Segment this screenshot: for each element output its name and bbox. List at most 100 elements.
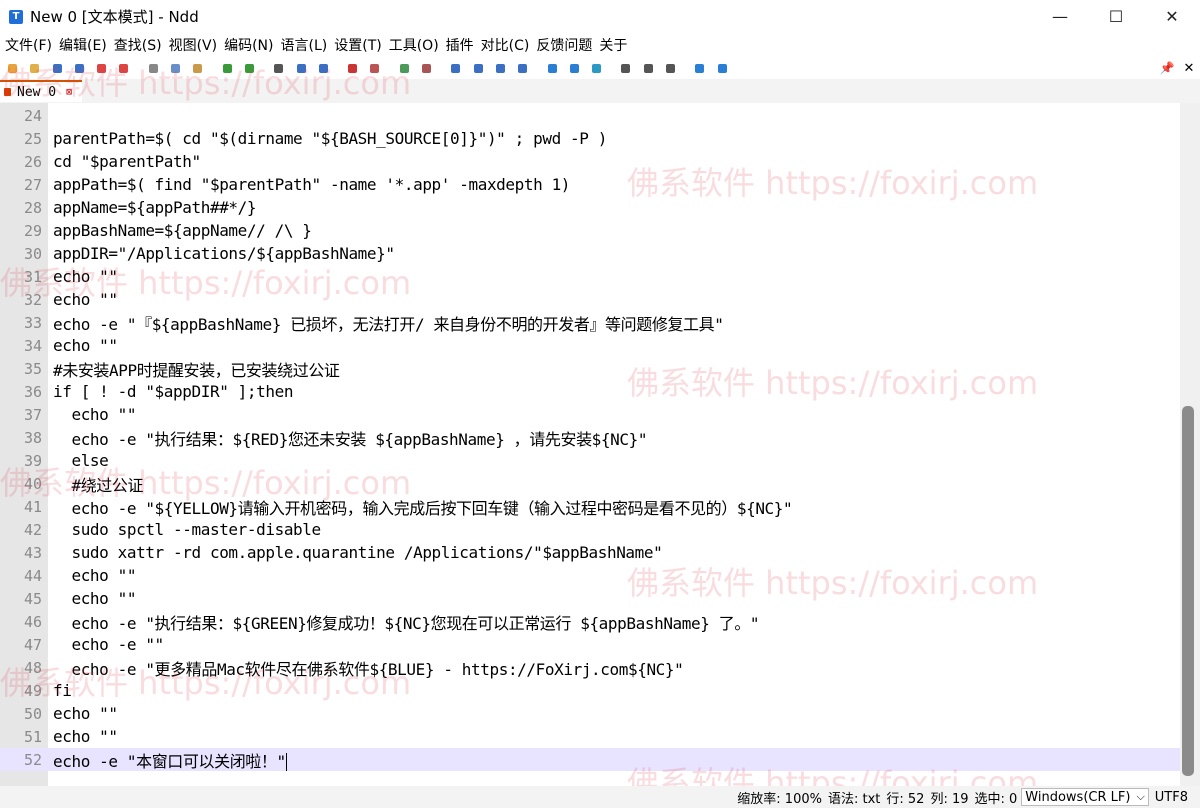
code-line[interactable]: 27 appPath=$( find "$parentPath" -name '*… (0, 173, 1180, 196)
menu-compare[interactable]: 对比(C) (479, 35, 535, 55)
code-line[interactable]: 51 echo "" (0, 725, 1180, 748)
menu-search[interactable]: 查找(S) (112, 35, 167, 55)
zoom-out-icon[interactable] (419, 61, 434, 76)
record-icon[interactable] (515, 61, 530, 76)
line-text: echo -e "『${appBashName} 已损坏，无法打开/ 来自身份不… (53, 314, 724, 334)
code-line[interactable]: 38 echo -e "执行结果：${RED}您还未安装 ${appBashNa… (0, 426, 1180, 449)
line-number: 43 (23, 543, 42, 562)
code-line[interactable]: 26 cd "$parentPath" (0, 150, 1180, 173)
code-line[interactable]: 40 #绕过公证 (0, 472, 1180, 495)
link-icon[interactable] (589, 61, 604, 76)
maximize-button[interactable]: ☐ (1088, 0, 1144, 33)
code-line[interactable]: 48 echo -e "更多精品Mac软件尽在佛系软件${BLUE} - htt… (0, 656, 1180, 679)
compare-icon[interactable] (692, 61, 707, 76)
menu-language[interactable]: 语言(L) (279, 35, 333, 55)
code-line[interactable]: 41 echo -e "${YELLOW}请输入开机密码，输入完成后按下回车键（… (0, 495, 1180, 518)
menu-about[interactable]: 关于 (597, 35, 632, 55)
toolbar-right: 📌 ✕ (1156, 57, 1200, 79)
code-line[interactable]: 39 else (0, 449, 1180, 472)
code-line[interactable]: 31 echo "" (0, 265, 1180, 288)
code-line[interactable]: 33 echo -e "『${appBashName} 已损坏，无法打开/ 来自身… (0, 311, 1180, 334)
code-line[interactable]: 37 echo "" (0, 403, 1180, 426)
code-line[interactable]: 29 appBashName=${appName// /\ } (0, 219, 1180, 242)
pin-icon[interactable]: 📌 (1156, 61, 1178, 75)
save-icon[interactable] (50, 61, 65, 76)
code-line[interactable]: 47 echo -e "" (0, 633, 1180, 656)
close-all-icon[interactable] (116, 61, 131, 76)
replace-icon[interactable] (294, 61, 309, 76)
line-number: 30 (23, 244, 42, 263)
code-line[interactable]: 36 if [ ! -d "$appDIR" ];then (0, 380, 1180, 403)
code-line[interactable]: 35 #未安装APP时提醒安装，已安装绕过公证 (0, 357, 1180, 380)
column-icon[interactable] (618, 61, 633, 76)
close-button[interactable]: ✕ (1144, 0, 1200, 33)
menu-encoding[interactable]: 编码(N) (222, 35, 278, 55)
status-line: 行: 52 (886, 791, 925, 807)
code-line[interactable]: 24 (0, 104, 1180, 127)
undo-icon[interactable] (220, 61, 235, 76)
bracket-icon[interactable] (715, 61, 730, 76)
code-line[interactable]: 30 appDIR="/Applications/${appBashName}" (0, 242, 1180, 265)
toolbar: 📌 ✕ (0, 57, 1200, 79)
minimize-button[interactable]: — (1032, 0, 1088, 33)
code-line[interactable]: 46 echo -e "执行结果：${GREEN}修复成功！${NC}您现在可以… (0, 610, 1180, 633)
code-line[interactable]: 25 parentPath=$( cd "$(dirname "${BASH_SO… (0, 127, 1180, 150)
line-number: 52 (23, 750, 42, 769)
code-line[interactable]: 52 echo -e "本窗口可以关闭啦！" (0, 748, 1180, 771)
code-line[interactable]: 32 echo "" (0, 288, 1180, 311)
line-number: 32 (23, 290, 42, 309)
line-text: echo -e "执行结果：${RED}您还未安装 ${appBashName}… (53, 429, 648, 449)
menu-tools[interactable]: 工具(O) (387, 35, 444, 55)
code-line[interactable]: 28 appName=${appPath##*/} (0, 196, 1180, 219)
copy-icon[interactable] (168, 61, 183, 76)
indent-guide-icon[interactable] (493, 61, 508, 76)
new-file-icon[interactable] (5, 61, 20, 76)
tab-close-icon[interactable]: ⊠ (66, 87, 72, 98)
clear-mark-icon[interactable] (367, 61, 382, 76)
monitor-icon[interactable] (663, 61, 678, 76)
wrap-icon[interactable] (448, 61, 463, 76)
paste-icon[interactable] (190, 61, 205, 76)
unsaved-file-icon (4, 88, 11, 96)
find-icon[interactable] (271, 61, 286, 76)
scrollbar-thumb[interactable] (1182, 406, 1194, 776)
close-file-icon[interactable] (94, 61, 109, 76)
editor-area[interactable]: 24 25 parentPath=$( cd "$(dirname "${BASH_… (0, 103, 1200, 786)
cut-icon[interactable] (146, 61, 161, 76)
menu-plugins[interactable]: 插件 (444, 35, 479, 55)
mark-icon[interactable] (345, 61, 360, 76)
panel-icon[interactable] (641, 61, 656, 76)
menu-file[interactable]: 文件(F) (3, 35, 57, 55)
line-text: echo "" (53, 704, 118, 723)
toolbar-separator (338, 61, 345, 76)
save-all-icon[interactable] (72, 61, 87, 76)
code-line[interactable]: 50 echo "" (0, 702, 1180, 725)
menu-settings[interactable]: 设置(T) (332, 35, 386, 55)
line-text: sudo spctl --master-disable (53, 520, 321, 539)
line-number: 46 (23, 612, 42, 631)
code-line[interactable]: 49 fi (0, 679, 1180, 702)
code-line[interactable]: 42 sudo spctl --master-disable (0, 518, 1180, 541)
menu-edit[interactable]: 编辑(E) (57, 35, 112, 55)
goto-icon[interactable] (316, 61, 331, 76)
prev-icon[interactable] (545, 61, 560, 76)
vertical-scrollbar[interactable] (1180, 103, 1200, 786)
code-line[interactable]: 34 echo "" (0, 334, 1180, 357)
code-line[interactable]: 45 echo "" (0, 587, 1180, 610)
status-encoding[interactable]: UTF8 (1155, 790, 1188, 805)
toolbar-close-icon[interactable]: ✕ (1178, 61, 1200, 76)
next-icon[interactable] (567, 61, 582, 76)
open-file-icon[interactable] (27, 61, 42, 76)
zoom-in-icon[interactable] (397, 61, 412, 76)
tab-new-0[interactable]: New 0 ⊠ (0, 80, 82, 102)
window-title: New 0 [文本模式] - Ndd (30, 8, 199, 26)
code-line[interactable]: 43 sudo xattr -rd com.apple.quarantine /… (0, 541, 1180, 564)
redo-icon[interactable] (242, 61, 257, 76)
code-line[interactable]: 44 echo "" (0, 564, 1180, 587)
eol-select[interactable]: Windows(CR LF) ⌵ (1021, 788, 1149, 806)
line-text: fi (53, 681, 72, 700)
line-text: #绕过公证 (53, 475, 144, 495)
show-symbol-icon[interactable] (471, 61, 486, 76)
menu-feedback[interactable]: 反馈问题 (534, 35, 597, 55)
menu-view[interactable]: 视图(V) (167, 35, 223, 55)
